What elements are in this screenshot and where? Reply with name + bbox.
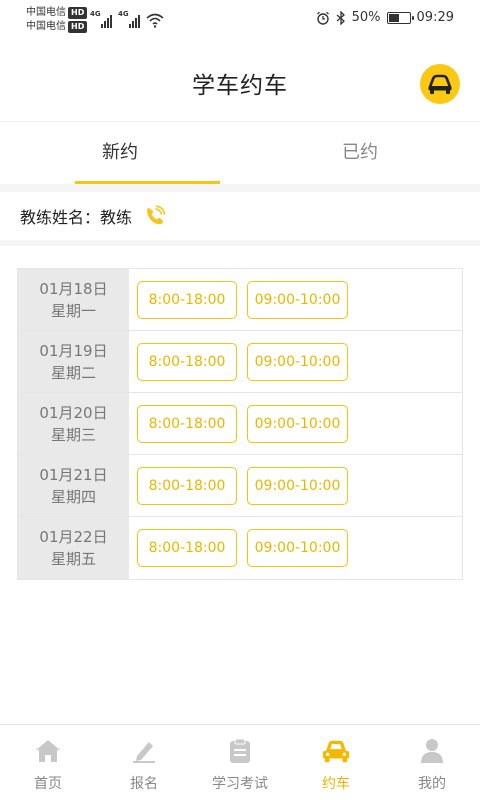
car-icon (322, 737, 350, 765)
time-slot-button[interactable]: 8:00-18:00 (137, 529, 237, 567)
status-right: 50% 09:29 (316, 10, 454, 25)
nav-item-study[interactable]: 学习考试 (192, 725, 288, 800)
time-slot-button[interactable]: 8:00-18:00 (137, 342, 237, 381)
time-slot-button[interactable]: 8:00-18:00 (137, 466, 237, 505)
slot-list: 8:00-18:00 09:00-10:00 (129, 517, 462, 579)
signal-icon: 4G (90, 10, 112, 28)
clock: 09:29 (416, 10, 454, 25)
slot-list: 8:00-18:00 09:00-10:00 (129, 455, 462, 516)
schedule-row: 01月18日 星期一 8:00-18:00 09:00-10:00 (18, 269, 462, 331)
tab-bar: 新约 已约 (0, 123, 480, 184)
schedule-table: 01月18日 星期一 8:00-18:00 09:00-10:00 01月19日… (17, 268, 463, 580)
clipboard-icon (226, 737, 254, 765)
time-slot-button[interactable]: 8:00-18:00 (137, 404, 237, 443)
hd-badge: HD (68, 7, 88, 19)
date-cell: 01月22日 星期五 (18, 517, 129, 579)
weekday: 星期一 (50, 301, 96, 320)
battery-percent: 50% (351, 10, 381, 25)
nav-label: 首页 (34, 776, 62, 792)
tab-booked[interactable]: 已约 (240, 123, 480, 184)
nav-item-home[interactable]: 首页 (0, 725, 96, 800)
time-slot-button[interactable]: 09:00-10:00 (247, 342, 348, 381)
user-icon (418, 737, 446, 765)
date-cell: 01月21日 星期四 (18, 455, 129, 516)
edit-icon (130, 737, 158, 765)
time-slot-button[interactable]: 09:00-10:00 (247, 466, 348, 505)
schedule-row: 01月22日 星期五 8:00-18:00 09:00-10:00 (18, 517, 462, 579)
time-slot-button[interactable]: 8:00-18:00 (137, 280, 237, 319)
date-cell: 01月19日 星期二 (18, 331, 129, 392)
hd-badge: HD (68, 21, 88, 33)
time-slot-button[interactable]: 09:00-10:00 (247, 529, 348, 567)
signal-icon: 4G (118, 10, 140, 28)
carrier-info: 中国电信 HD 中国电信 HD (26, 6, 88, 34)
nav-item-booking[interactable]: 约车 (288, 725, 384, 800)
tab-label: 新约 (102, 142, 138, 163)
date: 01月22日 (39, 528, 108, 546)
slot-list: 8:00-18:00 09:00-10:00 (129, 331, 462, 392)
nav-item-signup[interactable]: 报名 (96, 725, 192, 800)
network-type-label: 4G (90, 10, 101, 18)
phone-icon[interactable] (144, 205, 166, 227)
car-icon (428, 74, 452, 94)
weekday: 星期三 (50, 425, 96, 444)
car-button[interactable] (420, 64, 460, 104)
weekday: 星期五 (50, 550, 96, 568)
nav-label: 学习考试 (212, 776, 268, 792)
date: 01月19日 (39, 341, 108, 360)
bluetooth-icon (336, 10, 345, 25)
date: 01月18日 (39, 279, 108, 298)
divider (0, 240, 480, 246)
battery-fill (388, 13, 399, 22)
nav-label: 我的 (418, 776, 446, 792)
weekday: 星期二 (50, 363, 96, 382)
date-cell: 01月18日 星期一 (18, 269, 129, 330)
wifi-icon (146, 13, 164, 28)
nav-label: 报名 (130, 776, 158, 792)
time-slot-button[interactable]: 09:00-10:00 (247, 280, 348, 319)
carrier-1: 中国电信 (26, 7, 66, 18)
alarm-icon (316, 11, 329, 25)
header: 学车约车 (0, 40, 480, 122)
schedule-row: 01月20日 星期三 8:00-18:00 09:00-10:00 (18, 393, 462, 455)
slot-list: 8:00-18:00 09:00-10:00 (129, 269, 462, 330)
bottom-nav: 首页 报名 学习考试 约车 我的 (0, 724, 480, 800)
tab-new-booking[interactable]: 新约 (0, 123, 240, 184)
weekday: 星期四 (50, 487, 96, 506)
divider (0, 184, 480, 192)
date-cell: 01月20日 星期三 (18, 393, 129, 454)
status-bar: 中国电信 HD 中国电信 HD 4G 4G 50% 09:29 (0, 0, 480, 40)
network-type-label: 4G (118, 10, 129, 18)
slot-list: 8:00-18:00 09:00-10:00 (129, 393, 462, 454)
signal-indicators: 4G 4G (90, 10, 164, 28)
battery-icon (386, 11, 414, 24)
nav-item-profile[interactable]: 我的 (384, 725, 480, 800)
home-icon (34, 737, 62, 765)
date: 01月20日 (39, 403, 108, 422)
time-slot-button[interactable]: 09:00-10:00 (247, 404, 348, 443)
schedule-row: 01月21日 星期四 8:00-18:00 09:00-10:00 (18, 455, 462, 517)
carrier-2: 中国电信 (26, 21, 66, 32)
coach-label: 教练姓名： (20, 208, 101, 227)
coach-info: 教练姓名： 教练 (0, 192, 480, 240)
page-title: 学车约车 (192, 73, 288, 99)
nav-label: 约车 (322, 776, 350, 792)
date: 01月21日 (39, 465, 108, 484)
coach-name: 教练 (100, 208, 133, 227)
schedule-row: 01月19日 星期二 8:00-18:00 09:00-10:00 (18, 331, 462, 393)
tab-label: 已约 (342, 142, 378, 163)
